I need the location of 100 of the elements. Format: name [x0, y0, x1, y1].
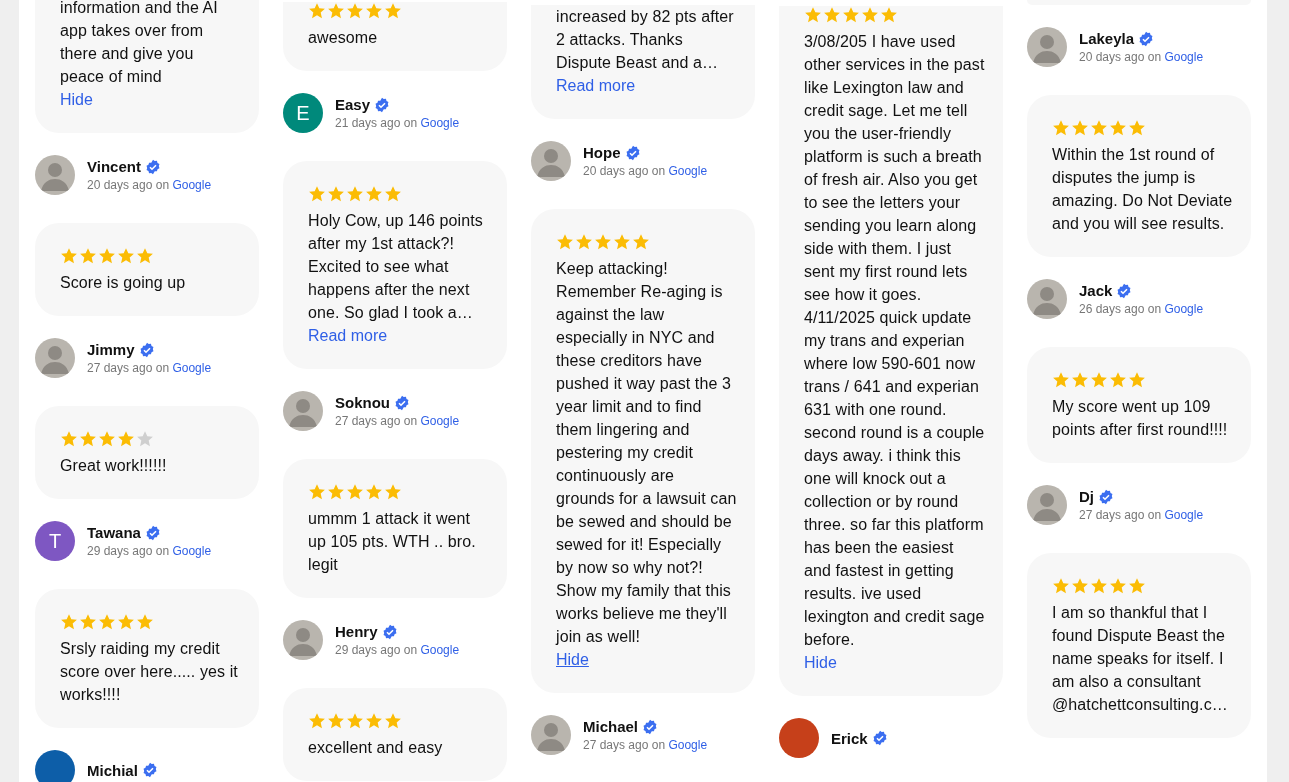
reviewer-name: Michael	[583, 718, 639, 735]
star-icon	[117, 430, 135, 448]
star-icon	[117, 247, 135, 265]
review-date: 20 days ago on Google	[583, 164, 708, 178]
reviewer-name: Jack	[1079, 282, 1113, 299]
star-icon	[1071, 577, 1089, 595]
star-icon	[1090, 577, 1108, 595]
star-icon	[60, 613, 78, 631]
star-icon	[327, 712, 345, 730]
star-icon	[1052, 577, 1070, 595]
star-icon	[1052, 371, 1070, 389]
source-link[interactable]: Google	[1164, 302, 1204, 316]
star-icon	[308, 483, 326, 501]
reviewer-name: Henry	[335, 623, 378, 640]
star-icon	[365, 2, 383, 20]
star-icon	[60, 430, 78, 448]
star-icon	[327, 2, 345, 20]
reviewer-name: Jimmy	[87, 341, 135, 358]
star-icon	[60, 247, 78, 265]
review-text: excellent and easy	[308, 738, 444, 758]
avatar-photo	[35, 155, 75, 195]
star-icon	[308, 2, 326, 20]
reviewer-name: Lakeyla	[1079, 30, 1135, 47]
review-date: 27 days ago on Google	[335, 414, 460, 428]
star-icon	[136, 247, 154, 265]
source-link[interactable]: Google	[668, 164, 708, 178]
source-link[interactable]: Google	[420, 643, 460, 657]
star-icon	[365, 483, 383, 501]
review-date: 27 days ago on Google	[87, 361, 212, 375]
star-icon	[823, 6, 841, 24]
source-link[interactable]: Google	[1164, 50, 1204, 64]
avatar-photo	[283, 620, 323, 660]
source-link[interactable]: Google	[1164, 508, 1204, 522]
star-icon	[117, 613, 135, 631]
review-date: 20 days ago on Google	[1079, 50, 1204, 64]
star-icon	[79, 247, 97, 265]
reviewer-name: Michial	[87, 761, 138, 779]
avatar-photo	[35, 338, 75, 378]
review-text: My score went up 109 points after first round!!!!	[1052, 397, 1229, 440]
star-icon	[346, 2, 364, 20]
review-date: 29 days ago on Google	[87, 544, 212, 558]
source-link[interactable]: Google	[172, 361, 212, 375]
review-text: I am so thankful that I found Dispute Beast the name speaks for itself. I am also a consultant @hatchettconsulting.c…	[1052, 603, 1229, 715]
star-icon	[365, 712, 383, 730]
star-icon	[804, 6, 822, 24]
toggle-link[interactable]: Hide	[60, 88, 93, 111]
review-date: 27 days ago on Google	[583, 738, 708, 752]
review-text: 3/08/205 I have used other services in the past like Lexington law and credit sage. Let me tell you the user-friendly platform is such a breath of fresh air. Also you get to see the letters your sending you learn along side with them. I just sent my first round lets see how it goes. 4/11/2025 quick update my trans and experian where low 590-601 now trans / 641 and experian 631 with one round. second round is a couple days away. i think this one will knock out a collection or by round three. so far this platform has been the easiest and fastest in getting results. ive used lexington and credit sage before.	[804, 32, 985, 650]
star-icon	[575, 233, 593, 251]
star-icon	[556, 233, 574, 251]
star-icon	[327, 483, 345, 501]
review-text: Great work!!!!!!	[60, 456, 168, 476]
avatar-photo	[531, 141, 571, 181]
reviewer-name: Vincent	[87, 158, 141, 175]
star-icon	[98, 430, 116, 448]
reviewer-name: Hope	[583, 144, 621, 161]
star-icon	[861, 6, 879, 24]
toggle-link[interactable]: Hide	[804, 651, 837, 674]
avatar-photo	[1027, 279, 1067, 319]
star-icon	[79, 430, 97, 448]
star-icon	[1071, 371, 1089, 389]
review-text: ummm 1 attack it went up 105 pts. WTH .. bro. legit	[308, 509, 477, 575]
star-icon	[79, 613, 97, 631]
review-text: increased by 82 pts after 2 attacks. Thanks Dispute Beast and a…	[556, 7, 735, 73]
toggle-link[interactable]: Read more	[556, 74, 636, 97]
review-text: awesome	[308, 28, 379, 48]
source-link[interactable]: Google	[420, 414, 460, 428]
toggle-link[interactable]: Hide	[556, 648, 589, 671]
star-icon	[346, 483, 364, 501]
star-icon	[136, 613, 154, 631]
star-icon	[346, 712, 364, 730]
review-text: Score is going up	[60, 273, 187, 293]
star-icon	[98, 247, 116, 265]
star-icon	[1109, 577, 1127, 595]
avatar-photo	[531, 715, 571, 755]
source-link[interactable]: Google	[420, 116, 460, 130]
star-icon	[308, 712, 326, 730]
avatar-photo	[1027, 27, 1067, 67]
star-icon	[384, 2, 402, 20]
star-icon	[1052, 119, 1070, 137]
star-icon	[1128, 577, 1146, 595]
avatar: T	[35, 521, 75, 561]
star-icon	[1128, 371, 1146, 389]
toggle-link[interactable]: Read more	[308, 324, 388, 347]
review-date: 26 days ago on Google	[1079, 302, 1204, 316]
avatar-photo	[283, 391, 323, 431]
review-text: Within the 1st round of disputes the jump is amazing. Do Not Deviate and you will see results.	[1052, 145, 1233, 234]
source-link[interactable]: Google	[172, 544, 212, 558]
star-icon	[1090, 371, 1108, 389]
review-date: 29 days ago on Google	[335, 643, 460, 657]
source-link[interactable]: Google	[172, 178, 212, 192]
reviewer-name: Dj	[1079, 488, 1094, 505]
reviewer-name: Erick	[831, 729, 868, 747]
star-icon	[384, 483, 402, 501]
star-icon	[632, 233, 650, 251]
reviewer-name: Tawana	[87, 524, 141, 541]
avatar: E	[283, 93, 323, 133]
review-text: information and the AI app takes over from there and give you peace of mind	[60, 0, 219, 87]
star-icon	[1109, 119, 1127, 137]
source-link[interactable]: Google	[668, 738, 708, 752]
